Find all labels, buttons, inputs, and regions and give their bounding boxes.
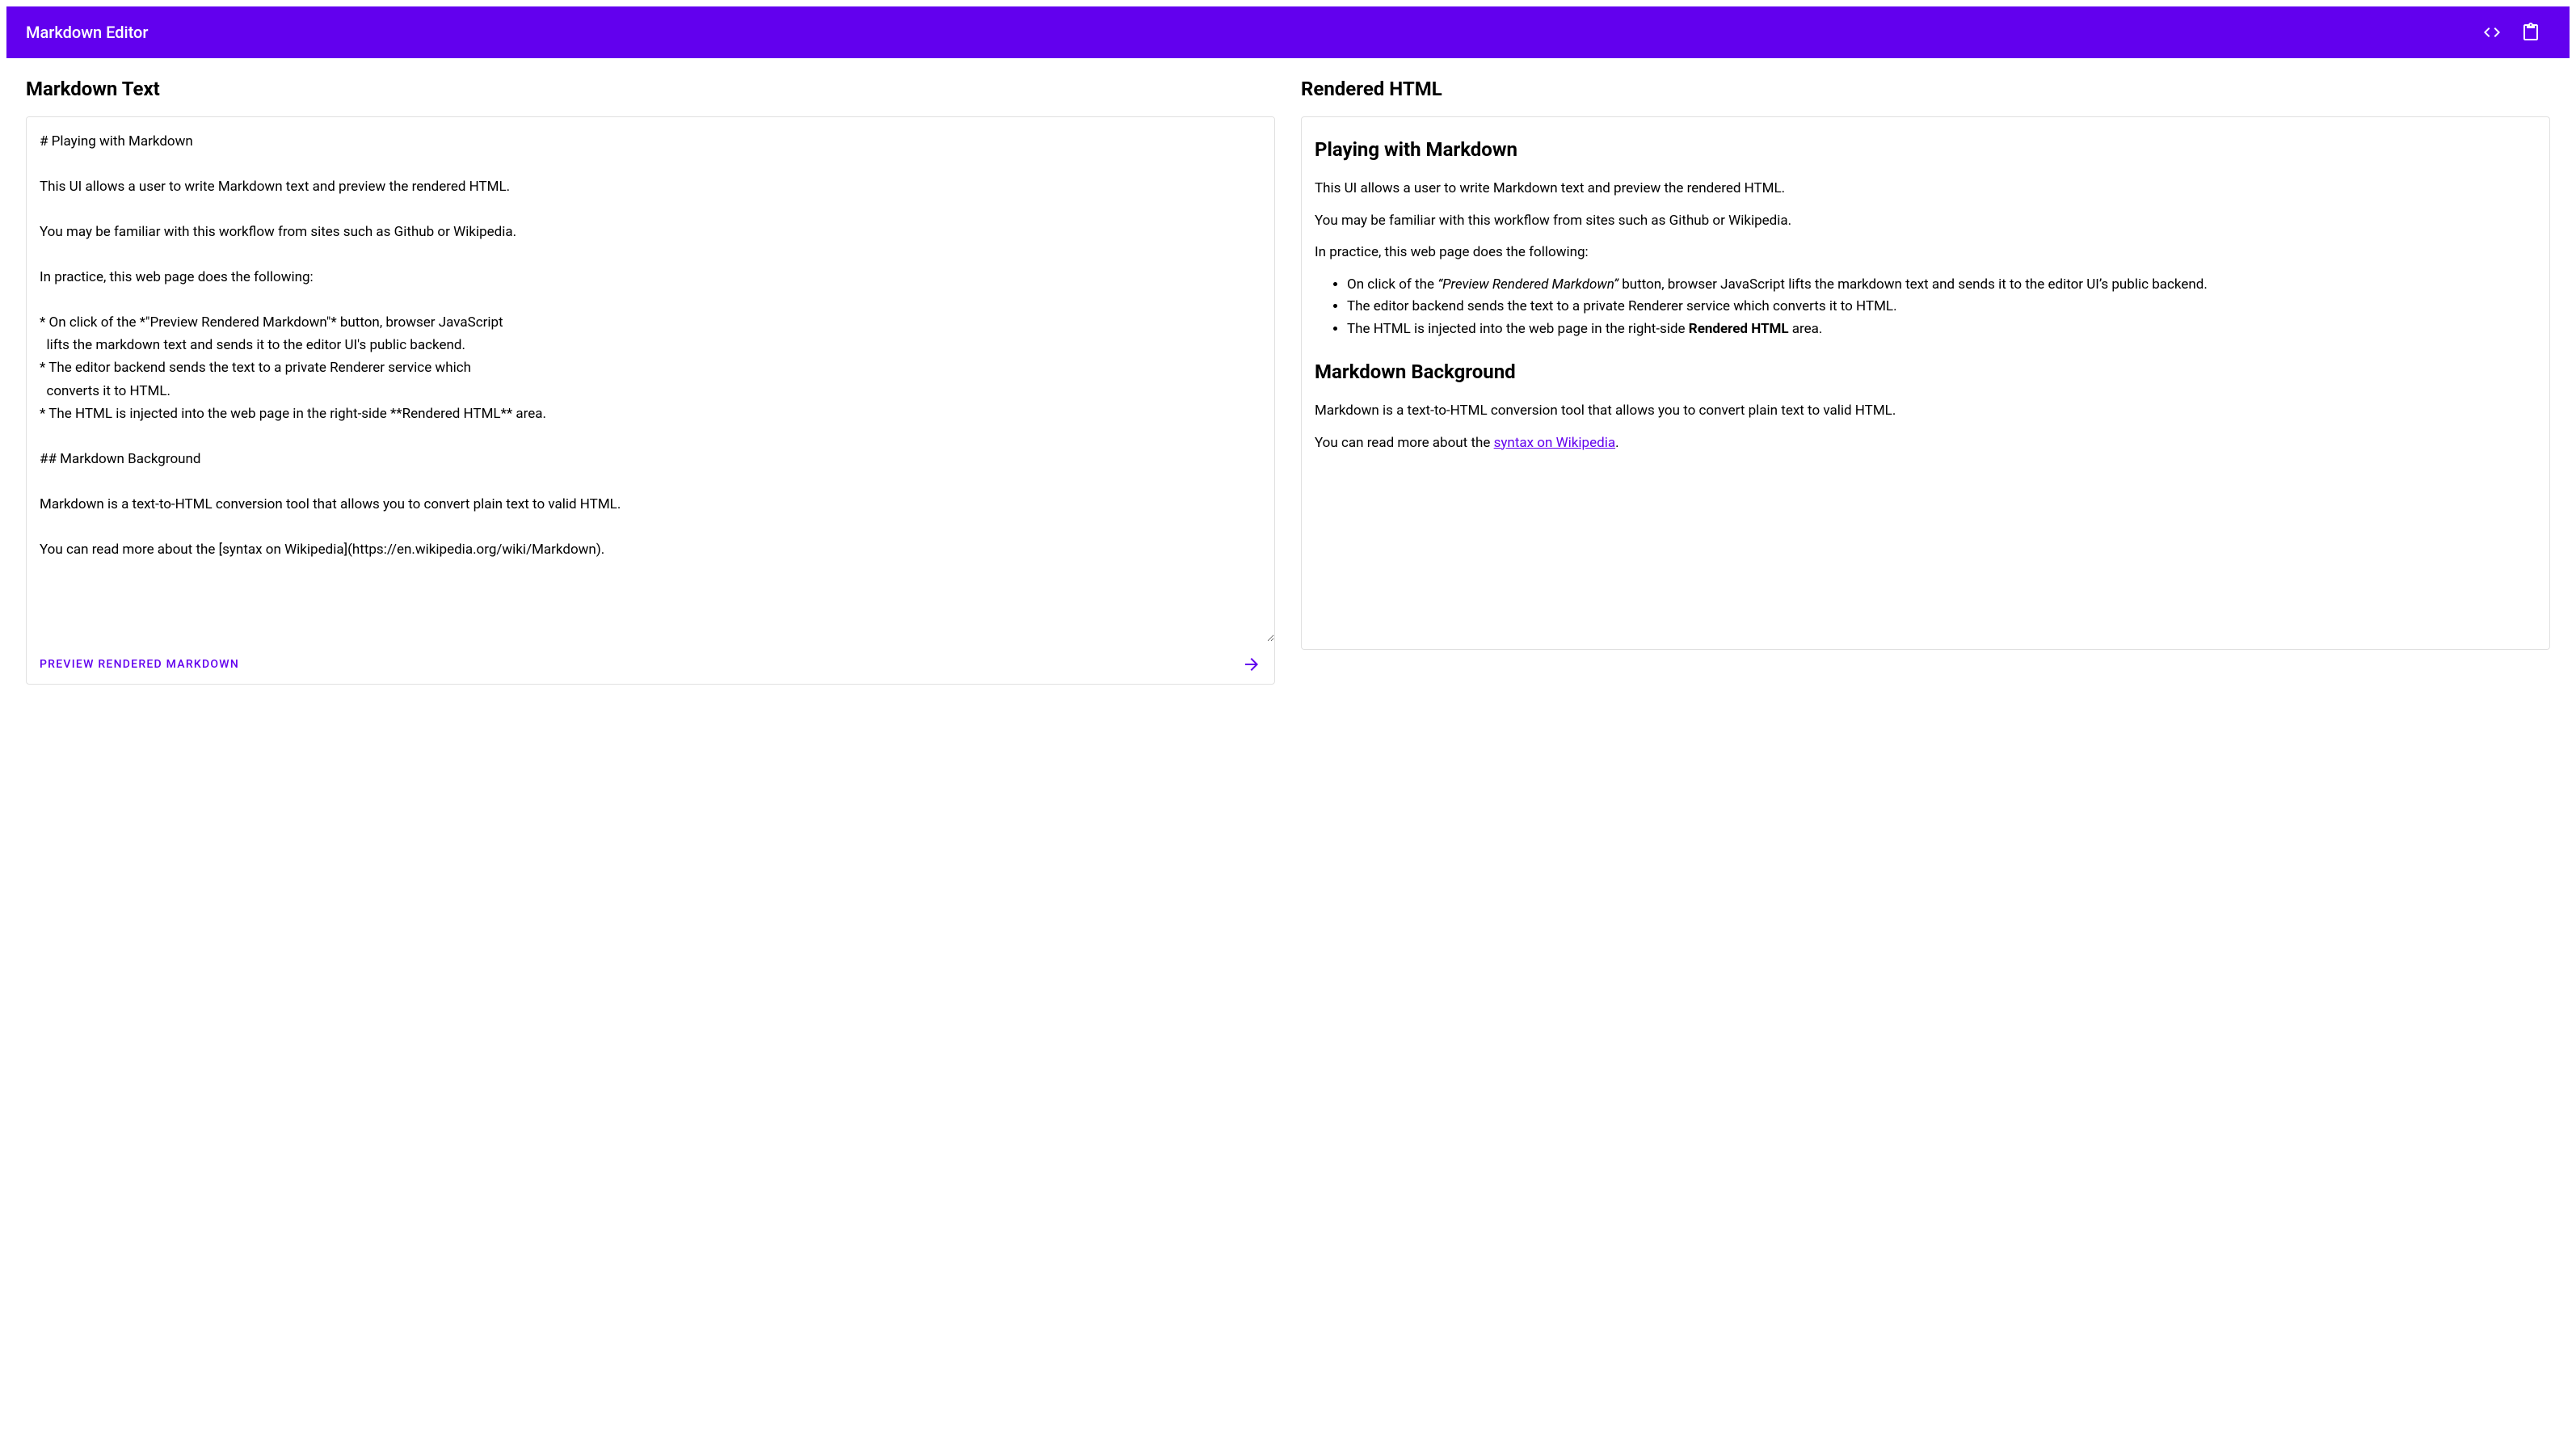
rendered-list: On click of the “Preview Rendered Markdo… xyxy=(1315,275,2536,340)
card-actions: Preview Rendered Markdown xyxy=(27,645,1274,684)
arrow-right-icon[interactable] xyxy=(1242,655,1261,674)
preview-button[interactable]: Preview Rendered Markdown xyxy=(40,651,239,677)
rendered-h2: Markdown Background xyxy=(1315,357,2536,386)
list-item: The HTML is injected into the web page i… xyxy=(1347,319,2536,340)
rendered-p2: You may be familiar with this workflow f… xyxy=(1315,211,2536,232)
left-column: Markdown Text Preview Rendered Markdown xyxy=(26,78,1275,685)
rendered-card: Playing with Markdown This UI allows a u… xyxy=(1301,116,2550,650)
list-item: The editor backend sends the text to a p… xyxy=(1347,297,2536,318)
code-icon[interactable] xyxy=(2473,13,2511,52)
markdown-text-heading: Markdown Text xyxy=(26,78,1275,100)
clipboard-icon[interactable] xyxy=(2511,13,2550,52)
editor-card: Preview Rendered Markdown xyxy=(26,116,1275,685)
rendered-p5: You can read more about the syntax on Wi… xyxy=(1315,433,2536,454)
wikipedia-link[interactable]: syntax on Wikipedia xyxy=(1494,435,1615,451)
app-title: Markdown Editor xyxy=(26,23,2473,42)
main-content: Markdown Text Preview Rendered Markdown … xyxy=(6,58,2570,704)
rendered-p4: Markdown is a text-to-HTML conversion to… xyxy=(1315,401,2536,422)
app-bar: Markdown Editor xyxy=(6,6,2570,58)
markdown-textarea[interactable] xyxy=(27,117,1274,642)
rendered-p3: In practice, this web page does the foll… xyxy=(1315,242,2536,263)
rendered-p1: This UI allows a user to write Markdown … xyxy=(1315,179,2536,200)
right-column: Rendered HTML Playing with Markdown This… xyxy=(1301,78,2550,685)
rendered-html-heading: Rendered HTML xyxy=(1301,78,2550,100)
rendered-h1: Playing with Markdown xyxy=(1315,135,2536,164)
list-item: On click of the “Preview Rendered Markdo… xyxy=(1347,275,2536,296)
